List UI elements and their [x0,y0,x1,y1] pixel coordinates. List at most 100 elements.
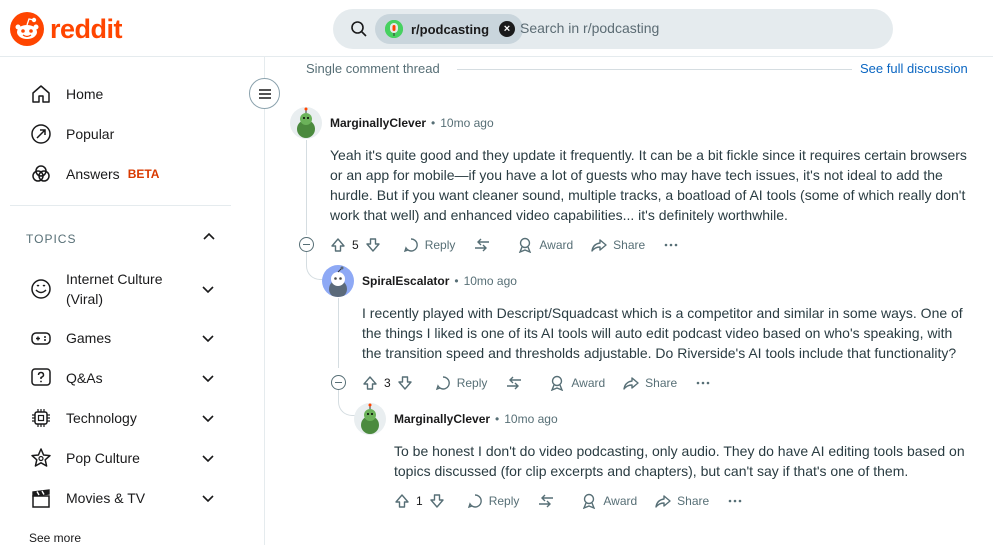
sidebar-item-label: Home [66,86,104,102]
more-options-button[interactable] [727,493,749,509]
share-button[interactable]: Share [655,493,709,509]
reply-button[interactable]: Reply [435,375,488,391]
home-icon [30,83,52,105]
vote-count: 1 [416,494,423,508]
gamepad-icon [30,327,52,349]
downvote-icon[interactable] [397,375,413,391]
reply-label: Reply [488,494,520,508]
see-full-discussion-link[interactable]: See full discussion [860,61,968,76]
sidebar-item-label: Answers [66,166,120,182]
comment-meta: SpiralEscalator • 10mo ago [362,274,517,288]
crosspost-button[interactable] [473,237,497,253]
chevron-down-icon [202,495,214,503]
more-icon [728,499,742,503]
chip-icon [30,407,52,429]
comment-meta: MarginallyClever • 10mo ago [394,412,558,426]
award-button[interactable]: Award [517,237,573,253]
award-label: Award [603,494,638,508]
share-button[interactable]: Share [623,375,677,391]
thread-header-divider [457,69,852,70]
meta-separator: • [454,274,459,288]
downvote-icon[interactable] [365,237,381,253]
comment-meta: MarginallyClever • 10mo ago [330,116,494,130]
reddit-snoo-icon [10,12,44,46]
comment-author[interactable]: MarginallyClever [394,412,490,426]
logo-wordmark: reddit [50,13,123,44]
sidebar-toggle-button[interactable] [249,78,280,109]
topic-internet-culture[interactable]: Internet Culture (Viral) [30,269,215,309]
answers-icon [30,163,52,185]
award-label: Award [539,238,574,252]
topics-header[interactable]: TOPICS [26,232,216,246]
share-label: Share [677,494,710,508]
downvote-icon[interactable] [429,493,445,509]
close-icon[interactable]: × [499,21,516,37]
reply-icon [467,494,482,509]
comment-author[interactable]: SpiralEscalator [362,274,449,288]
avatar[interactable] [354,403,386,435]
topic-pop-culture[interactable]: Pop Culture [30,447,215,469]
subreddit-chip: r/podcasting × [375,14,524,44]
top-header: reddit r/podcasting × Search in r/podcas… [0,0,993,57]
award-icon [519,237,532,253]
crosspost-button[interactable] [505,375,529,391]
reply-icon [435,376,450,391]
more-options-button[interactable] [663,237,685,253]
beta-badge: BETA [127,167,160,181]
chevron-down-icon [202,455,214,463]
award-button[interactable]: Award [581,493,637,509]
comment-author[interactable]: MarginallyClever [330,116,426,130]
chevron-down-icon [202,415,214,423]
comment-actions: 5 Reply Award Share [330,235,703,255]
share-button[interactable]: Share [591,237,645,253]
sidebar-item-popular[interactable]: Popular [30,123,114,145]
upvote-icon[interactable] [394,493,410,509]
vote-count: 3 [384,376,391,390]
reply-button[interactable]: Reply [403,237,455,253]
topic-label: Movies & TV [66,490,146,506]
sidebar-item-home[interactable]: Home [30,83,103,105]
award-button[interactable]: Award [549,375,605,391]
smile-icon [30,278,52,300]
award-icon [551,375,564,391]
topic-technology[interactable]: Technology [30,407,215,429]
search-input[interactable]: Search in r/podcasting [520,20,659,36]
meta-separator: • [495,412,500,426]
question-icon [30,367,52,389]
see-more-link[interactable]: See more [29,531,81,545]
crosspost-button[interactable] [537,493,561,509]
more-icon [696,381,710,385]
collapse-thread-button[interactable] [299,237,314,252]
search-icon [351,21,367,37]
reply-button[interactable]: Reply [467,493,520,509]
crosspost-icon [475,238,490,252]
share-icon [623,377,639,390]
comment-time[interactable]: 10mo ago [440,116,493,130]
sidebar-item-label: Popular [66,126,115,142]
topic-games[interactable]: Games [30,327,215,349]
collapse-thread-button[interactable] [331,375,346,390]
avatar[interactable] [322,265,354,297]
share-icon [655,495,671,508]
upvote-icon[interactable] [362,375,378,391]
comment-time[interactable]: 10mo ago [504,412,557,426]
meta-separator: • [431,116,436,130]
avatar[interactable] [290,107,322,139]
upvote-icon[interactable] [330,237,346,253]
topic-label: Q&As [66,370,103,386]
topic-label: Games [66,330,112,346]
reply-label: Reply [456,376,488,390]
sidebar-item-answers[interactable]: Answers BETA [30,163,159,185]
more-icon [664,243,678,247]
topics-header-label: TOPICS [26,232,77,246]
topic-movies-tv[interactable]: Movies & TV [30,487,215,509]
award-label: Award [571,376,606,390]
reddit-logo[interactable]: reddit [10,12,123,46]
award-icon [583,493,596,509]
comment-actions: 3 Reply Award Share [362,373,735,393]
sidebar-divider [10,205,231,206]
comment-time[interactable]: 10mo ago [464,274,517,288]
more-options-button[interactable] [695,375,717,391]
topic-qandas[interactable]: Q&As [30,367,215,389]
search-bar[interactable]: r/podcasting × Search in r/podcasting [333,9,893,49]
